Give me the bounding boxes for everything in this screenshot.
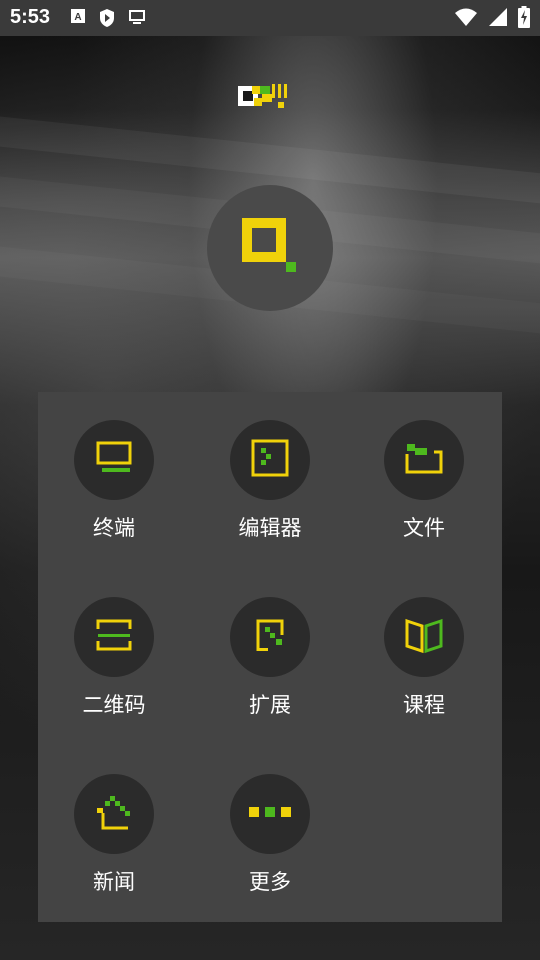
menu-item-icon-bg <box>74 420 154 500</box>
menu-item-terminal[interactable]: 终端 <box>44 420 184 570</box>
qr-scan-icon <box>94 615 134 660</box>
monitor-icon <box>128 8 146 33</box>
status-bar: 5:53 A <box>0 0 540 36</box>
extension-icon <box>250 615 290 660</box>
menu-item-icon-bg <box>230 420 310 500</box>
editor-icon <box>250 438 290 483</box>
folder-icon <box>404 438 444 483</box>
menu-item-icon-bg <box>230 774 310 854</box>
menu-item-label: 编辑器 <box>238 516 302 540</box>
book-icon <box>404 615 444 660</box>
menu-item-icon-bg <box>384 597 464 677</box>
menu-item-label: 扩展 <box>249 693 291 717</box>
menu-item-label: 终端 <box>93 516 135 540</box>
menu-item-icon-bg <box>230 597 310 677</box>
menu-panel: 终端 编辑器 文件 二维码 扩展 课程 新闻 更多 <box>38 392 502 922</box>
menu-item-label: 新闻 <box>93 870 135 894</box>
shield-play-icon <box>98 8 116 33</box>
menu-item-more[interactable]: 更多 <box>200 774 340 924</box>
status-time: 5:53 <box>10 6 51 28</box>
menu-item-icon-bg <box>384 420 464 500</box>
battery-charging-icon <box>518 6 530 33</box>
app-logo-icon <box>238 84 300 110</box>
cellular-signal-icon <box>488 7 508 32</box>
menu-item-label: 更多 <box>249 870 291 894</box>
menu-item-icon-bg <box>74 774 154 854</box>
menu-item-label: 二维码 <box>82 693 146 717</box>
wifi-icon <box>454 7 478 32</box>
user-avatar[interactable] <box>207 185 333 311</box>
menu-item-news[interactable]: 新闻 <box>44 774 184 924</box>
menu-item-label: 文件 <box>403 516 445 540</box>
menu-item-files[interactable]: 文件 <box>354 420 494 570</box>
menu-item-courses[interactable]: 课程 <box>354 597 494 747</box>
news-icon <box>94 792 134 837</box>
user-avatar-icon <box>240 216 300 281</box>
menu-item-qrcode[interactable]: 二维码 <box>44 597 184 747</box>
menu-item-label: 课程 <box>403 693 445 717</box>
terminal-icon <box>94 438 134 483</box>
more-icon <box>247 792 293 837</box>
a-notification-icon: A <box>70 8 86 33</box>
menu-item-extension[interactable]: 扩展 <box>200 597 340 747</box>
menu-item-editor[interactable]: 编辑器 <box>200 420 340 570</box>
svg-text:A: A <box>74 12 81 23</box>
menu-item-icon-bg <box>74 597 154 677</box>
